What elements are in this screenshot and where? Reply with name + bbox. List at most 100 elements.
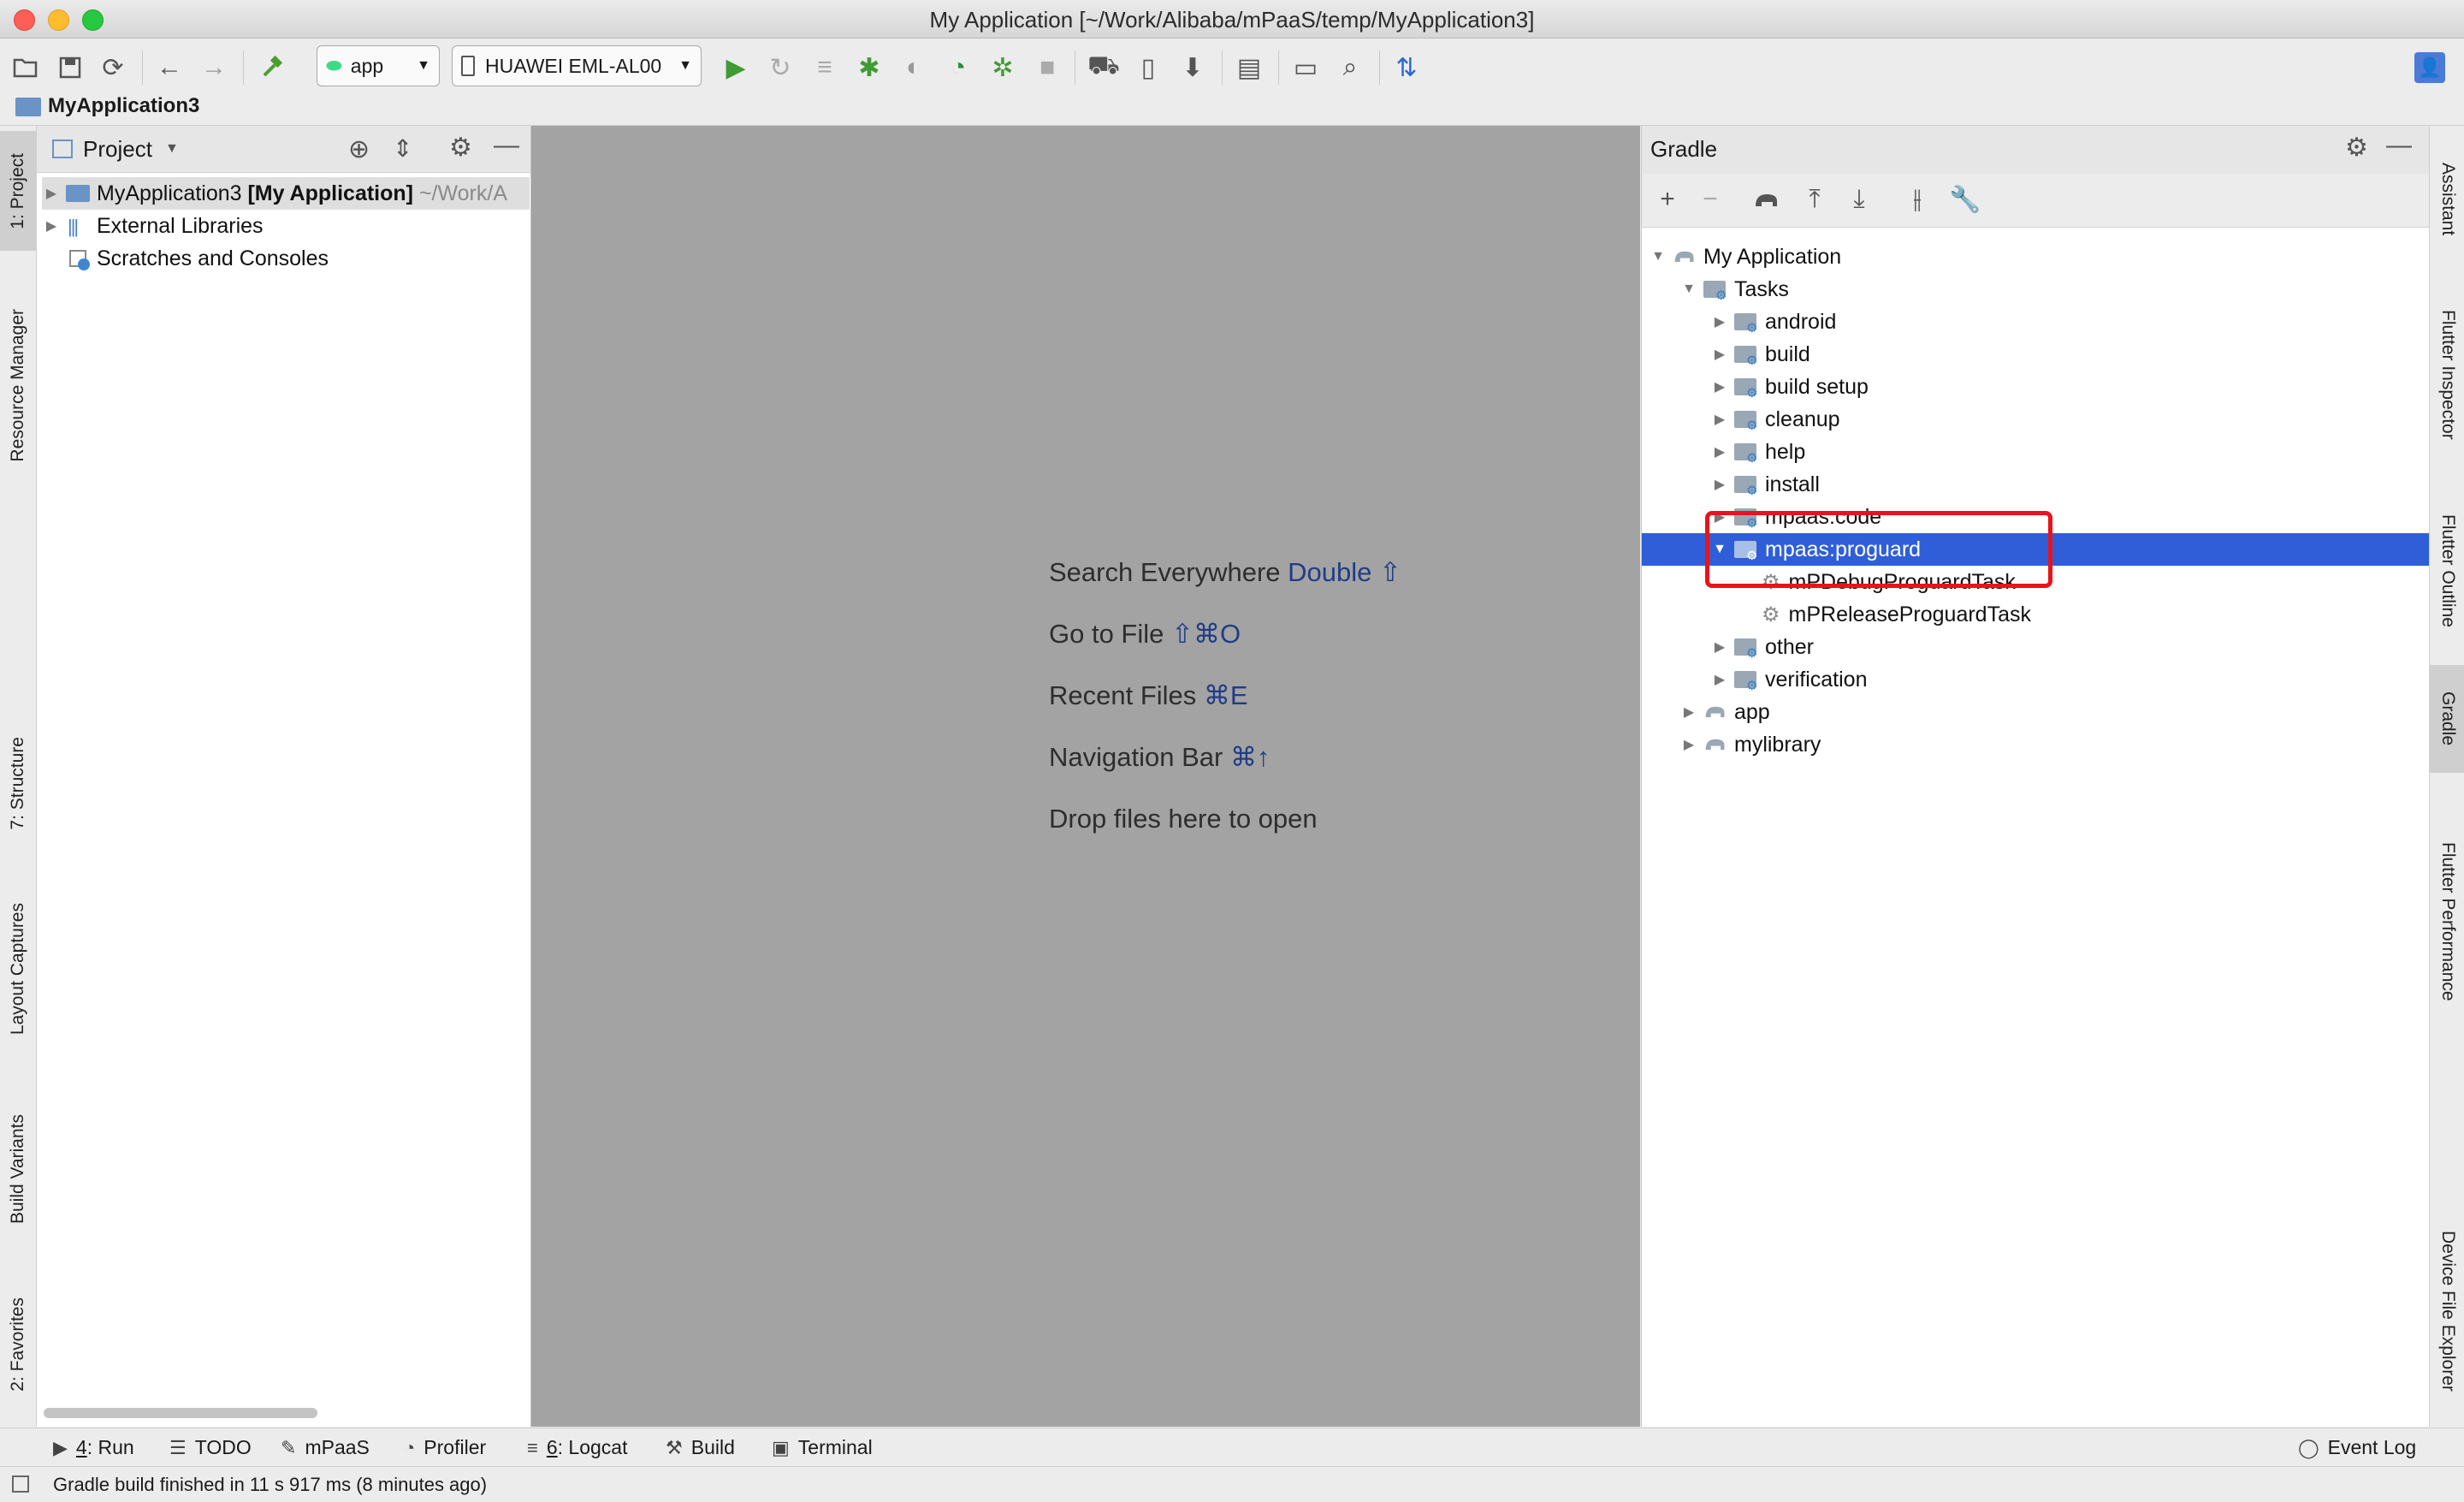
tab-layout-captures[interactable]: Layout Captures (0, 879, 36, 1059)
avd-manager-icon[interactable]: ▯ (1129, 49, 1167, 86)
expand-all-icon[interactable]: ⤒ (1796, 181, 1833, 218)
sdk-manager-icon[interactable]: ⬇ (1174, 49, 1211, 86)
expand-arrow-icon[interactable]: ▶ (42, 185, 61, 202)
tree-item-task-group[interactable]: ▶ ⚙ build (1710, 338, 1810, 371)
run-icon[interactable]: ▶ (717, 49, 755, 86)
tree-item-external-libraries[interactable]: ▶ ||| External Libraries (42, 210, 264, 242)
expand-arrow-icon[interactable]: ▶ (42, 217, 61, 235)
tab-flutter-outline[interactable]: Flutter Outline (2430, 494, 2464, 648)
breadcrumb[interactable]: MyApplication3 (48, 94, 199, 118)
run-config-select[interactable]: ⬬ app ▼ (317, 45, 440, 86)
tab-mpaas[interactable]: ✎ mPaaS (281, 1436, 370, 1459)
hammer-icon: ⚒ (666, 1436, 683, 1458)
tab-flutter-inspector[interactable]: Flutter Inspector (2430, 285, 2464, 465)
search-icon[interactable]: ⌕ (1331, 49, 1369, 86)
expand-arrow-icon[interactable]: ▶ (1710, 313, 1729, 330)
expand-arrow-icon[interactable]: ▶ (1710, 443, 1729, 460)
locate-icon[interactable]: ⊕ (348, 134, 370, 164)
expand-arrow-icon[interactable]: ▶ (1679, 736, 1698, 753)
tree-item-my-application[interactable]: ▼ My Application (1649, 240, 1841, 273)
tab-profiler[interactable]: ◔ Profiler (404, 1436, 486, 1459)
tab-build[interactable]: ⚒ Build (666, 1436, 735, 1459)
user-avatar-icon[interactable]: 👤 (2414, 52, 2445, 83)
tab-flutter-performance[interactable]: Flutter Performance (2430, 802, 2464, 1042)
back-arrow-icon[interactable]: ← (151, 49, 188, 86)
collapse-all-icon[interactable]: ⇕ (393, 134, 412, 163)
chevron-down-icon[interactable]: ▼ (165, 141, 179, 157)
wrench-icon[interactable]: 🔧 (1946, 181, 1984, 218)
tab-build-variants[interactable]: Build Variants (0, 1088, 36, 1250)
tree-item-task[interactable]: ⚙ mPReleaseProguardTask (1762, 598, 2031, 631)
tree-item-task-group[interactable]: ▶ ⚙ help (1710, 436, 1805, 468)
tree-item-task-group[interactable]: ▶ ⚙ cleanup (1710, 403, 1840, 436)
collapse-arrow-icon[interactable]: ▼ (1679, 282, 1698, 297)
expand-arrow-icon[interactable]: ▶ (1710, 411, 1729, 428)
forward-arrow-icon[interactable]: → (195, 49, 233, 86)
terminal-window-icon[interactable]: ▭ (1287, 49, 1324, 86)
tree-item-module[interactable]: ▶ app (1679, 696, 1770, 728)
toggle-tool-windows-icon[interactable] (12, 1475, 29, 1493)
gear-icon[interactable]: ⚙ (2345, 133, 2368, 163)
hide-panel-icon[interactable]: — (494, 131, 519, 160)
hide-panel-icon[interactable]: — (2386, 131, 2412, 160)
expand-arrow-icon[interactable]: ▶ (1710, 638, 1729, 656)
tab-resource-manager[interactable]: Resource Manager (0, 278, 36, 492)
project-structure-icon[interactable]: ▤ (1230, 49, 1268, 86)
tree-item-tasks[interactable]: ▼ ⚙ Tasks (1679, 273, 1789, 306)
document-edit-icon: ✎ (281, 1436, 297, 1458)
debug-icon[interactable]: ✱ (850, 49, 888, 86)
tab-event-log[interactable]: ◯ Event Log (2298, 1436, 2416, 1459)
window-title: My Application [~/Work/Alibaba/mPaaS/tem… (929, 7, 1535, 33)
toggle-offline-icon[interactable]: ⫲ (1898, 181, 1936, 218)
tab-logcat[interactable]: ≡ 6: Logcat (527, 1436, 627, 1459)
tab-terminal[interactable]: ▣ Terminal (772, 1436, 873, 1459)
horizontal-scrollbar[interactable] (44, 1408, 317, 1418)
gradle-toolbar: + − ⤒ ⤓ ⫲ 🔧 (1642, 174, 2429, 228)
sync-icon[interactable]: ⟳ (94, 49, 132, 86)
tree-item-task-group[interactable]: ▶ ⚙ android (1710, 306, 1837, 338)
status-message[interactable]: Gradle build finished in 11 s 917 ms (8 … (53, 1474, 487, 1496)
coverage-icon[interactable]: ◐ (895, 49, 933, 86)
profile-icon[interactable]: ◔ (939, 49, 977, 86)
tree-item-task-group[interactable]: ▶ ⚙ verification (1710, 663, 1868, 696)
tree-item-myapplication3[interactable]: ▶ MyApplication3 [My Application] ~/Work… (42, 177, 530, 210)
tab-run[interactable]: ▶ 4: Run (53, 1436, 134, 1459)
collapse-all-icon[interactable]: ⤓ (1840, 181, 1878, 218)
expand-arrow-icon[interactable]: ▶ (1710, 346, 1729, 363)
tree-item-task-group[interactable]: ▶ ⚙ other (1710, 631, 1814, 663)
tab-project[interactable]: 1: Project (0, 131, 36, 251)
tab-todo[interactable]: ☰ TODO (169, 1436, 252, 1459)
tab-structure[interactable]: 7: Structure (0, 715, 36, 852)
gradle-sync-icon[interactable]: ⛟ (1085, 49, 1122, 86)
gear-icon[interactable]: ⚙ (449, 133, 472, 163)
apply-code-changes-icon[interactable]: ≡ (806, 49, 844, 86)
expand-arrow-icon[interactable]: ▶ (1710, 378, 1729, 395)
tree-item-scratches[interactable]: Scratches and Consoles (42, 242, 329, 275)
tab-gradle[interactable]: Gradle (2430, 665, 2464, 773)
tree-item-task-group[interactable]: ▶ ⚙ build setup (1710, 371, 1869, 403)
add-icon[interactable]: + (1649, 181, 1686, 218)
remove-icon[interactable]: − (1691, 181, 1729, 218)
hint-drop-files: Drop files here to open (1049, 804, 1318, 834)
hammer-build-icon[interactable] (253, 49, 291, 86)
stop-icon[interactable]: ■ (1028, 49, 1066, 86)
sort-icon[interactable]: ⇅ (1388, 49, 1425, 86)
expand-arrow-icon[interactable]: ▶ (1710, 476, 1729, 493)
tab-favorites[interactable]: 2: Favorites (0, 1276, 36, 1413)
tab-device-file-explorer[interactable]: Device File Explorer (2430, 1204, 2464, 1418)
save-icon[interactable] (51, 49, 89, 86)
collapse-arrow-icon[interactable]: ▼ (1649, 249, 1667, 264)
expand-arrow-icon[interactable]: ▶ (1679, 704, 1698, 721)
open-folder-icon[interactable] (7, 49, 44, 86)
log-icon: ≡ (527, 1436, 538, 1458)
task-folder-icon: ⚙ (1734, 442, 1758, 466)
device-select[interactable]: HUAWEI EML-AL00 ▼ (452, 45, 702, 86)
attach-debugger-icon[interactable]: ✲ (984, 49, 1022, 86)
tab-assistant[interactable]: Assistant (2430, 140, 2464, 259)
project-view-select[interactable]: Project (83, 136, 152, 163)
apply-changes-icon[interactable]: ↻ (761, 49, 799, 86)
gradle-elephant-icon[interactable] (1748, 181, 1786, 218)
tree-item-task-group[interactable]: ▶ ⚙ install (1710, 468, 1820, 501)
tree-item-module[interactable]: ▶ mylibrary (1679, 728, 1821, 761)
expand-arrow-icon[interactable]: ▶ (1710, 671, 1729, 688)
